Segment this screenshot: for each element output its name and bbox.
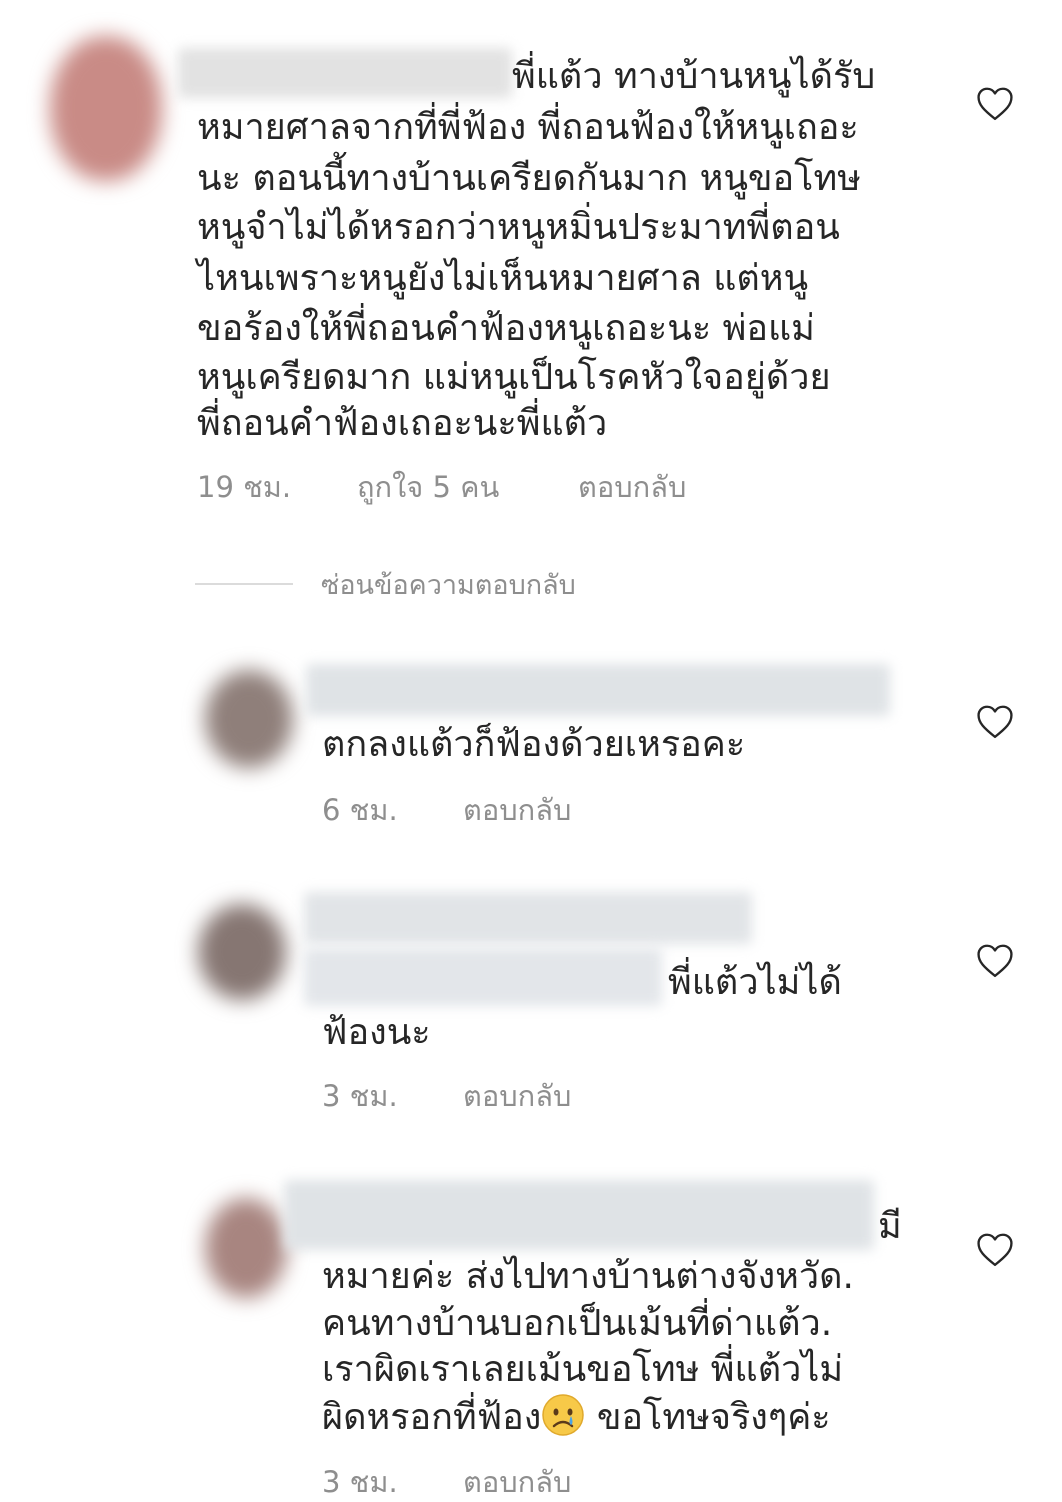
comment-line: นะ ตอนนี้ทางบ้านเครียดกันมาก หนูขอโทษ — [197, 158, 861, 199]
reply-item: พี่แต้วไม่ได้ ฟ้องนะ 3 ชม. ตอบกลับ — [0, 880, 1062, 1140]
comment-timestamp: 19 ชม. — [197, 470, 292, 504]
comment-timestamp: 3 ชม. — [322, 1079, 398, 1113]
avatar[interactable] — [50, 36, 162, 181]
heart-outline-icon[interactable] — [976, 704, 1014, 740]
comment-line: พี่ถอนคำฟ้องเถอะนะพี่แต้ว — [197, 403, 608, 444]
reply-button[interactable]: ตอบกลับ — [463, 790, 571, 830]
username[interactable] — [284, 1180, 874, 1250]
comment-line: ไหนเพราะหนูยังไม่เห็นหมายศาล แต่หนู — [197, 258, 809, 299]
comment-timestamp: 3 ชม. — [322, 1465, 398, 1499]
heart-outline-icon[interactable] — [976, 86, 1014, 122]
username[interactable] — [306, 664, 890, 716]
comment-line: พี่แต้ว ทางบ้านหนูได้รับ — [512, 56, 876, 97]
reply-item: มี หมายค่ะ ส่งไปทางบ้านต่างจังหวัด. คนทา… — [0, 1170, 1062, 1499]
username[interactable] — [304, 948, 662, 1006]
username[interactable] — [304, 892, 752, 944]
comment-text: ขอโทษจริงๆค่ะ — [585, 1397, 831, 1438]
comment-line: พี่แต้วไม่ได้ — [668, 962, 842, 1003]
comment-line: หมายศาลจากที่พี่ฟ้อง พี่ถอนฟ้องให้หนูเถอ… — [197, 107, 859, 148]
avatar[interactable] — [205, 1198, 287, 1298]
avatar[interactable] — [205, 670, 293, 768]
comment-line: ตกลงแต้วก็ฟ้องด้วยเหรอคะ — [322, 724, 746, 765]
comment-line: หนูจำไม่ได้หรอกว่าหนูหมิ่นประมาทพี่ตอน — [197, 207, 840, 248]
comment-line: ฟ้องนะ — [322, 1012, 431, 1053]
username[interactable] — [178, 48, 512, 98]
reply-button[interactable]: ตอบกลับ — [463, 1462, 571, 1502]
reply-button[interactable]: ตอบกลับ — [578, 467, 686, 507]
comment-line: เราผิดเราเลยเม้นขอโทษ พี่แต้วไม่ — [322, 1349, 844, 1390]
comment-line: หมายค่ะ ส่งไปทางบ้านต่างจังหวัด. — [322, 1256, 854, 1297]
comment-meta: 19 ชม. — [197, 467, 291, 507]
comment-item: พี่แต้ว ทางบ้านหนูได้รับ หมายศาลจากที่พี… — [0, 0, 1062, 540]
avatar[interactable] — [198, 904, 286, 1000]
reply-item: ตกลงแต้วก็ฟ้องด้วยเหรอคะ 6 ชม. ตอบกลับ — [0, 640, 1062, 870]
reply-button[interactable]: ตอบกลับ — [463, 1076, 571, 1116]
comment-line: ผิดหรอกที่ฟ้อง ขอโทษจริงๆค่ะ — [322, 1391, 831, 1445]
hide-replies-label: ซ่อนข้อความตอบกลับ — [321, 570, 576, 601]
crying-face-emoji — [542, 1394, 585, 1436]
comment-line: มี — [878, 1206, 902, 1247]
heart-outline-icon[interactable] — [976, 1232, 1014, 1268]
comment-line: ขอร้องให้พี่ถอนคำฟ้องหนูเถอะนะ พ่อแม่ — [197, 308, 815, 349]
heart-outline-icon[interactable] — [976, 943, 1014, 979]
divider — [195, 583, 293, 585]
likes-count[interactable]: ถูกใจ 5 คน — [357, 467, 499, 507]
comment-timestamp: 6 ชม. — [322, 793, 398, 827]
comment-text: ผิดหรอกที่ฟ้อง — [322, 1397, 542, 1438]
